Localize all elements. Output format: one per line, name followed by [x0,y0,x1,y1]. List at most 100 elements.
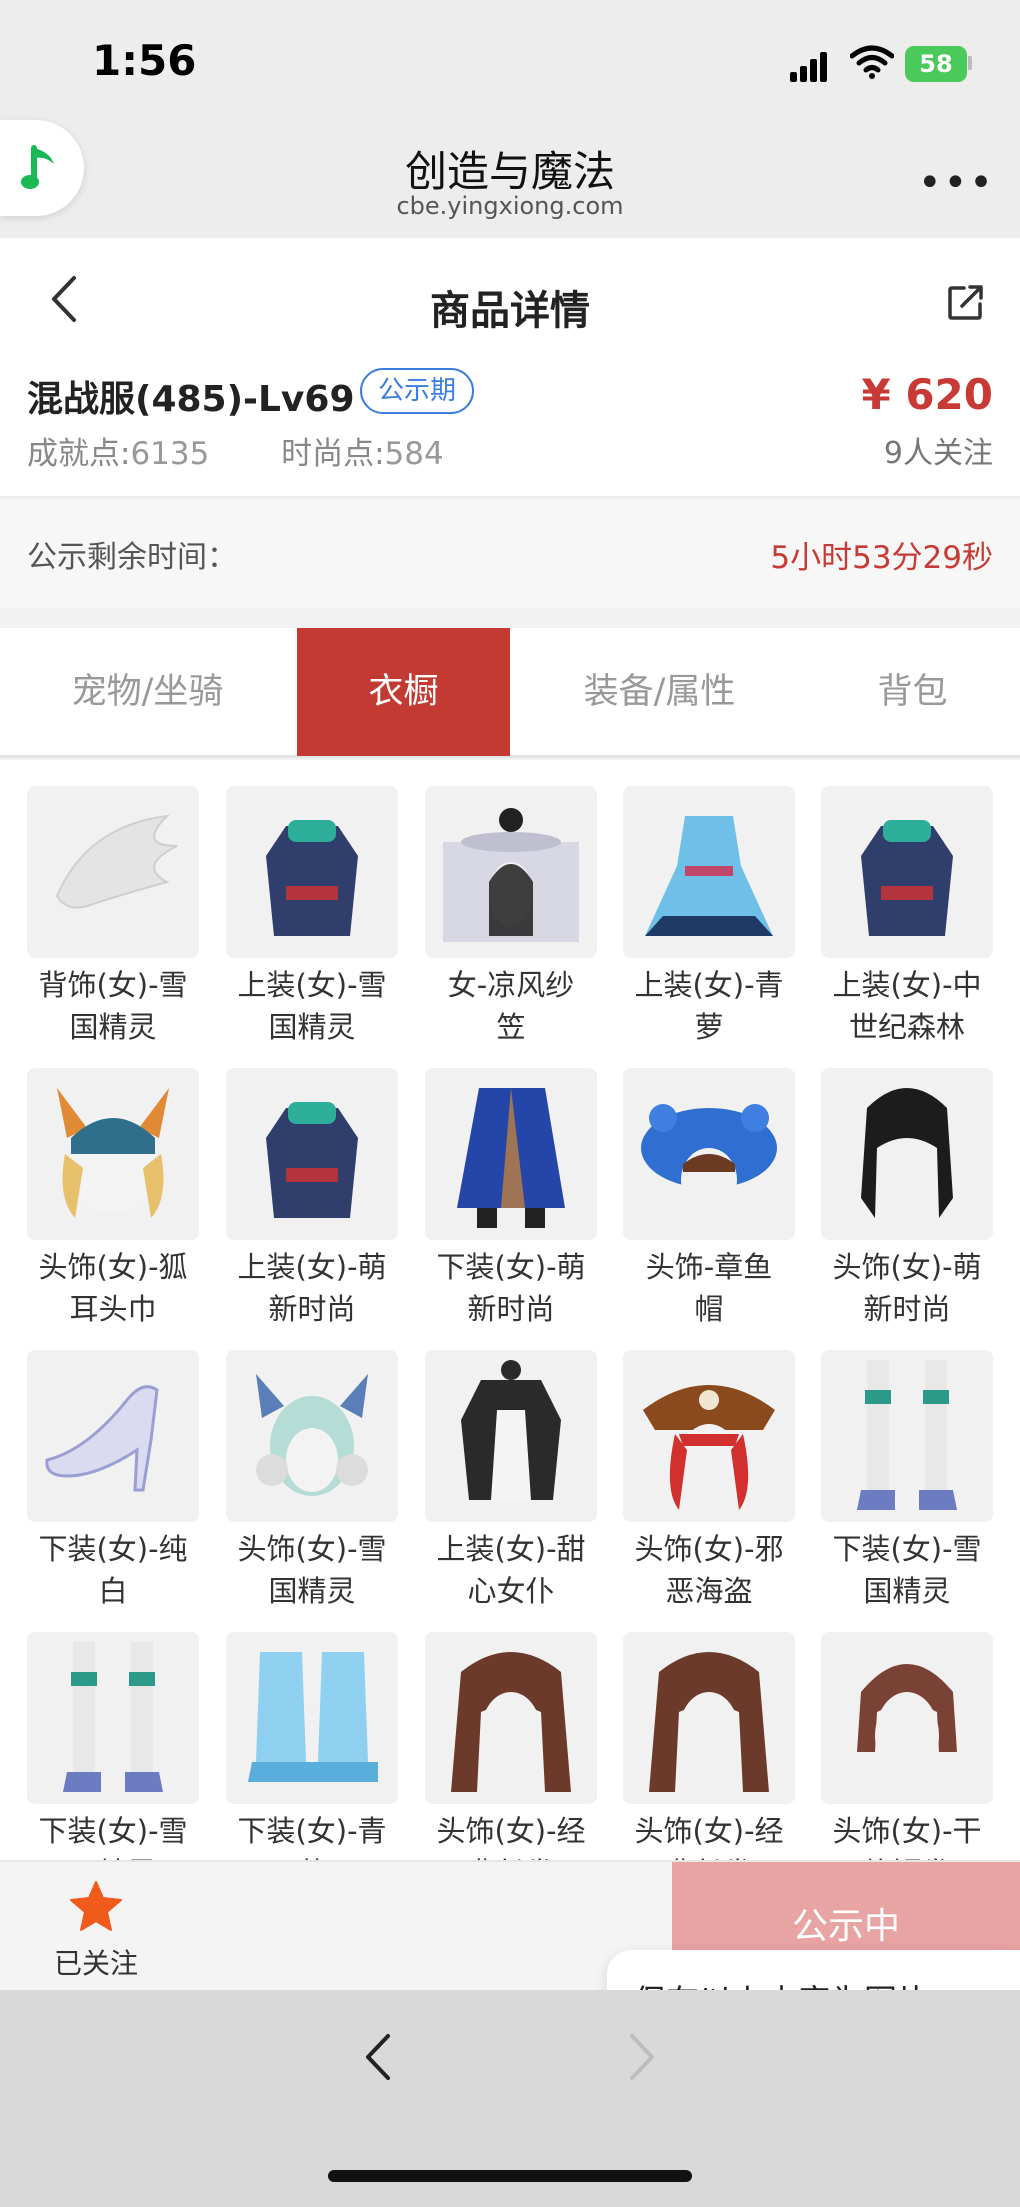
item-label-line2: 心女仆 [467,1574,555,1608]
tab-equipment-attributes[interactable]: 装备/属性 [552,628,767,756]
points-row: 成就点:6135 时尚点:584 [27,428,444,473]
browser-url: cbe.yingxiong.com [396,192,624,220]
item-label-line1: 头饰(女)-经 [436,1814,586,1848]
wardrobe-item[interactable]: 头饰(女)-雪 国精灵 [226,1350,398,1612]
status-badge: 公示期 [360,368,475,414]
star-icon [70,1881,122,1931]
item-label-line1: 下装(女)-萌 [436,1250,586,1284]
wifi-icon [850,45,894,79]
wardrobe-item[interactable]: 头饰(女)-邪 恶海盗 [623,1350,795,1612]
item-label-line2: 国精灵 [863,1574,951,1608]
share-icon[interactable] [946,282,986,322]
wardrobe-item[interactable]: 上装(女)-萌 新时尚 [226,1068,398,1330]
item-label-line1: 头饰(女)-雪 [237,1532,387,1566]
item-thumbnail [821,786,993,958]
hair-icon [861,1088,953,1218]
wardrobe-item[interactable]: 头饰-章鱼帽 [623,1068,795,1330]
item-label-line2: 笠 [496,1010,526,1044]
wardrobe-grid: 背饰(女)-雪 国精灵 上装(女)-雪 国精灵 女-凉风纱笠上装(女)-青萝上装(女)-… [0,760,1020,1860]
wardrobe-item[interactable]: 下装(女)-萌 新时尚 [425,1068,597,1330]
wardrobe-item[interactable]: 头饰(女)-经典长发 [425,1632,597,1860]
wardrobe-item[interactable]: 下装(女)-青萝 [226,1632,398,1860]
item-label: 下装(女)-青萝 [213,1810,411,1860]
item-label: 头饰(女)-干练短发 [808,1810,1006,1860]
price: ¥ 620 [861,370,993,419]
fox-ear-icon [57,1088,169,1218]
item-label-line2: 国精灵 [14,1852,212,1860]
item-thumbnail [27,1632,199,1804]
item-label-line2: 国精灵 [268,1574,356,1608]
item-thumbnail [27,786,199,958]
wardrobe-item[interactable]: 下装(女)-雪国精灵 [821,1350,993,1612]
item-label: 下装(女)-萌 新时尚 [412,1246,610,1330]
long-hair-icon [451,1652,571,1792]
wardrobe-item[interactable]: 背饰(女)-雪 国精灵 [27,786,199,1048]
item-label-line2: 萝 [694,1010,724,1044]
item-label-line1: 头饰-章鱼 [645,1250,773,1284]
wardrobe-item[interactable]: 上装(女)-中 世纪森林 [821,786,993,1048]
item-thumbnail [27,1350,199,1522]
item-thumbnail [623,1068,795,1240]
item-label-line2: 新时尚 [863,1292,951,1326]
item-label-line2: 世纪森林 [848,1010,965,1044]
item-label: 头饰(女)-邪 恶海盗 [610,1528,808,1612]
item-label: 下装(女)-雪国精灵 [808,1528,1006,1612]
wardrobe-item[interactable]: 头饰(女)-狐 耳头巾 [27,1068,199,1330]
item-label-line2: 国精灵 [268,1010,356,1044]
item-label-line1: 头饰(女)-邪 [634,1532,784,1566]
countdown-label: 公示剩余时间： [27,540,237,575]
more-menu-button[interactable]: ••• [918,160,995,206]
item-label-line1: 背饰(女)-雪 [38,968,188,1002]
item-label-line1: 头饰(女)-狐 [38,1250,188,1284]
outfit-icon [861,820,953,936]
achievement-value: 6135 [130,436,210,472]
item-thumbnail [425,1350,597,1522]
follow-label: 已关注 [53,1947,138,1980]
music-note-icon [21,145,54,189]
item-label-line2: 耳头巾 [69,1292,157,1326]
wardrobe-item[interactable]: 下装(女)-纯白 [27,1350,199,1612]
item-thumbnail [226,1350,398,1522]
browser-nav-bar [0,1990,1020,2207]
item-label-line1: 上装(女)-青 [634,968,784,1002]
item-label-line2: 练短发 [808,1852,1006,1860]
item-label-line1: 上装(女)-甜 [436,1532,586,1566]
item-thumbnail [623,1350,795,1522]
item-thumbnail [226,1068,398,1240]
wardrobe-item[interactable]: 上装(女)-雪 国精灵 [226,786,398,1048]
item-thumbnail [821,1350,993,1522]
item-label-line1: 头饰(女)-萌 [832,1250,982,1284]
item-label: 下装(女)-纯白 [14,1528,212,1612]
tab-bar: 宠物/坐骑 衣橱 装备/属性 背包 [0,628,1020,758]
home-indicator[interactable] [328,2170,692,2182]
tab-pets-mounts[interactable]: 宠物/坐骑 [40,628,255,756]
wardrobe-item[interactable]: 女-凉风纱笠 [425,786,597,1048]
cat-ear-icon [256,1374,368,1496]
follow-button[interactable]: 已关注 [48,1880,144,1982]
item-thumbnail [821,1632,993,1804]
pirate-hat-icon [643,1385,775,1510]
wardrobe-item[interactable]: 下装(女)-雪国精灵 [27,1632,199,1860]
item-label-line1: 上装(女)-雪 [237,968,387,1002]
wardrobe-item[interactable]: 上装(女)-青萝 [623,786,795,1048]
item-label: 头饰(女)-雪 国精灵 [213,1528,411,1612]
item-label-line1: 上装(女)-萌 [237,1250,387,1284]
browser-forward-icon[interactable] [624,2030,660,2084]
tab-backpack[interactable]: 背包 [820,628,1005,756]
wardrobe-item[interactable]: 上装(女)-甜 心女仆 [425,1350,597,1612]
item-label: 上装(女)-雪 国精灵 [213,964,411,1048]
boots-icon [857,1360,957,1510]
wardrobe-item[interactable]: 头饰(女)-萌 新时尚 [821,1068,993,1330]
item-label-line2: 新时尚 [467,1292,555,1326]
item-thumbnail [623,786,795,958]
tab-wardrobe[interactable]: 衣橱 [297,628,510,756]
wardrobe-item[interactable]: 头饰(女)-经典长发 [623,1632,795,1860]
browser-back-icon[interactable] [360,2030,396,2084]
wardrobe-item[interactable]: 头饰(女)-干练短发 [821,1632,993,1860]
countdown-value: 5小时53分29秒 [770,540,993,576]
wing-icon [55,814,178,909]
maid-outfit-icon [461,1360,561,1500]
blue-boots-icon [248,1652,378,1782]
item-label: 头饰(女)-经典长发 [610,1810,808,1860]
item-label-line1: 下装(女)-雪 [38,1814,188,1848]
